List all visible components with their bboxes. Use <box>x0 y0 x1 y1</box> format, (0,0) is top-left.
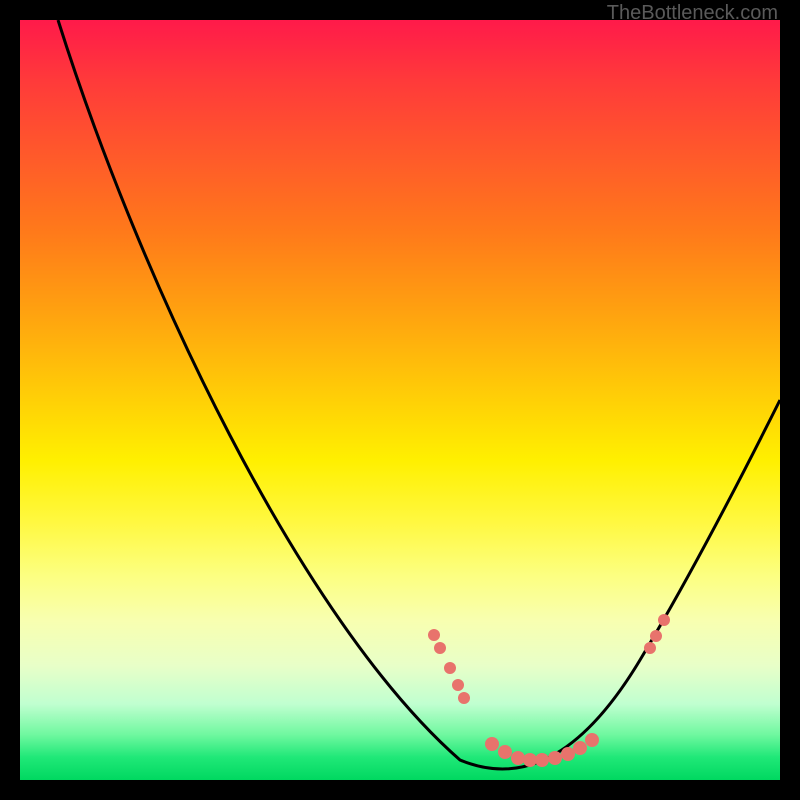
chart-svg <box>20 20 780 780</box>
data-marker <box>485 737 499 751</box>
data-marker <box>444 662 456 674</box>
data-marker <box>561 747 575 761</box>
data-marker <box>434 642 446 654</box>
data-marker <box>523 753 537 767</box>
data-marker <box>452 679 464 691</box>
data-marker <box>548 751 562 765</box>
bottleneck-curve <box>58 20 780 769</box>
data-marker <box>428 629 440 641</box>
data-marker <box>458 692 470 704</box>
data-marker <box>535 753 549 767</box>
data-marker <box>658 614 670 626</box>
data-marker <box>650 630 662 642</box>
data-marker <box>644 642 656 654</box>
marker-group <box>428 614 670 767</box>
data-marker <box>511 751 525 765</box>
data-marker <box>585 733 599 747</box>
attribution-text: TheBottleneck.com <box>607 2 778 25</box>
chart-container: TheBottleneck.com <box>0 0 800 800</box>
data-marker <box>573 741 587 755</box>
data-marker <box>498 745 512 759</box>
